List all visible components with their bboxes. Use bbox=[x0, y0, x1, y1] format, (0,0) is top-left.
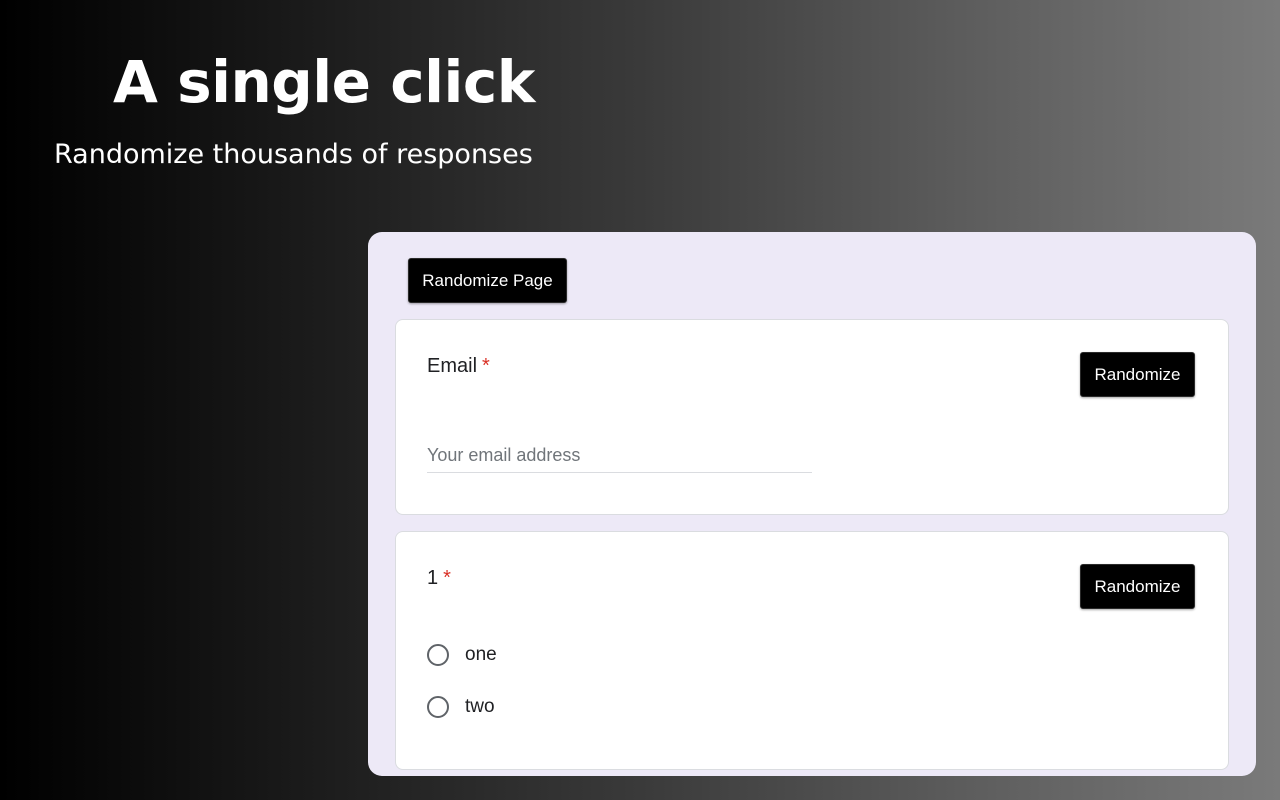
required-asterisk: * bbox=[482, 355, 490, 377]
question-title: Email bbox=[427, 355, 478, 377]
question-card-email: Email * Randomize bbox=[395, 319, 1229, 515]
randomize-page-button[interactable]: Randomize Page bbox=[408, 258, 567, 303]
question-title: 1 bbox=[427, 567, 439, 589]
form-panel: Randomize Page Email* Randomize 1* Rando… bbox=[368, 232, 1256, 776]
radio-option-two[interactable]: two bbox=[427, 696, 495, 718]
question-card-1: 1 * Randomize one two bbox=[395, 531, 1229, 770]
hero-subtitle: Randomize thousands of responses bbox=[54, 139, 533, 170]
hero-title: A single click bbox=[113, 48, 535, 116]
question-label: 1 * bbox=[427, 566, 451, 590]
radio-option-one[interactable]: one bbox=[427, 644, 497, 666]
option-label: two bbox=[465, 696, 495, 717]
randomize-question-1-button[interactable]: Randomize bbox=[1080, 564, 1195, 609]
radio-unchecked-icon[interactable] bbox=[427, 644, 449, 666]
radio-unchecked-icon[interactable] bbox=[427, 696, 449, 718]
option-label: one bbox=[465, 644, 497, 665]
randomize-email-button[interactable]: Randomize bbox=[1080, 352, 1195, 397]
question-label: Email * bbox=[427, 354, 490, 378]
email-input[interactable] bbox=[427, 438, 812, 473]
required-asterisk: * bbox=[443, 567, 451, 589]
